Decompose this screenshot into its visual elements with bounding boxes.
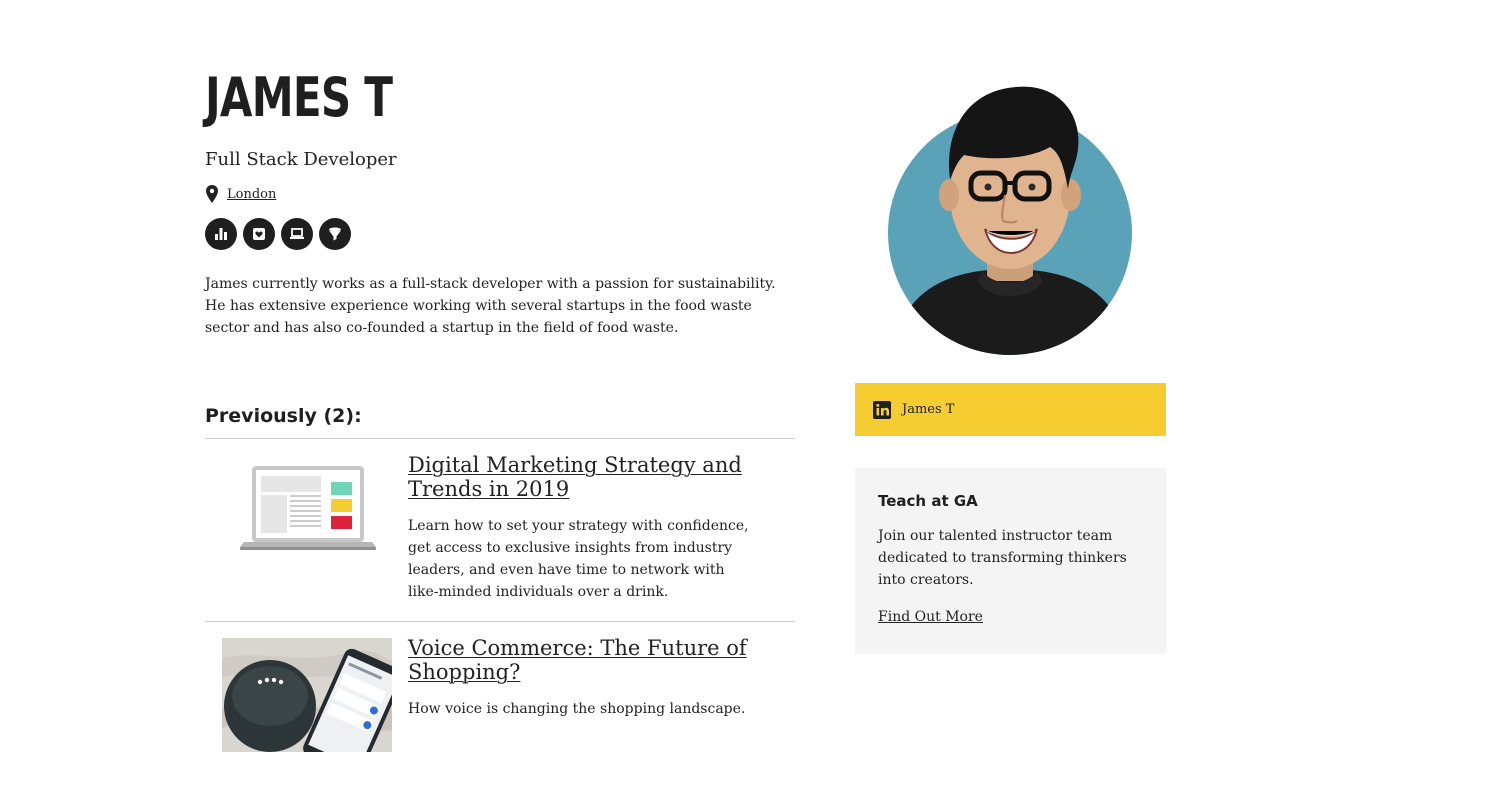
profile-title: Full Stack Developer xyxy=(205,149,397,170)
heart-card-icon[interactable] xyxy=(243,218,275,250)
course-description: Learn how to set your strategy with conf… xyxy=(408,518,749,600)
course-description: How voice is changing the shopping lands… xyxy=(408,701,746,717)
linkedin-icon xyxy=(873,400,891,419)
linkedin-button[interactable]: James T xyxy=(855,383,1166,436)
profile-bio: James currently works as a full-stack de… xyxy=(205,276,776,336)
location-link[interactable]: London xyxy=(227,187,276,202)
linkedin-label: James T xyxy=(902,402,955,417)
map-pin-icon xyxy=(206,185,218,203)
teach-text: Join our talented instructor team dedica… xyxy=(878,528,1127,588)
teach-card: Teach at GA Join our talented instructor… xyxy=(855,468,1166,654)
course-item: Digital Marketing Strategy and Trends in… xyxy=(205,438,795,621)
course-item: Voice Commerce: The Future of Shopping? … xyxy=(205,621,795,772)
location: London xyxy=(205,184,797,204)
find-out-more-link[interactable]: Find Out More xyxy=(878,609,983,625)
bar-chart-icon[interactable] xyxy=(205,218,237,250)
avatar xyxy=(887,83,1133,355)
course-thumbnail-laptop[interactable] xyxy=(222,455,392,569)
previous-heading: Previously (2): xyxy=(205,405,362,427)
profile-name: JAMES T xyxy=(205,66,393,129)
laptop-icon[interactable] xyxy=(281,218,313,250)
teach-heading: Teach at GA xyxy=(878,492,978,510)
course-title-link[interactable]: Voice Commerce: The Future of Shopping? xyxy=(408,636,758,684)
topic-icons xyxy=(205,218,797,250)
funnel-icon[interactable] xyxy=(319,218,351,250)
profile-main: JAMES T Full Stack Developer London Jame… xyxy=(205,66,797,772)
course-thumbnail-speaker[interactable] xyxy=(222,638,392,752)
course-title-link[interactable]: Digital Marketing Strategy and Trends in… xyxy=(408,453,758,501)
